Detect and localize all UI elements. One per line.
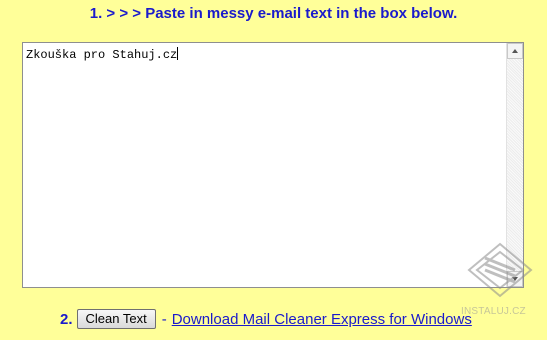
download-link[interactable]: Download Mail Cleaner Express for Window… xyxy=(172,311,472,328)
separator-dash: - xyxy=(161,310,167,328)
step2-number: 2. xyxy=(60,310,73,328)
watermark: INSTALUJ.CZ xyxy=(455,240,545,335)
instaluj-logo-icon xyxy=(467,242,533,298)
email-textbox[interactable]: Zkouška pro Stahuj.cz xyxy=(22,42,524,288)
scroll-up-button[interactable] xyxy=(507,43,523,59)
watermark-text: INSTALUJ.CZ xyxy=(461,306,526,317)
step1-heading: 1. > > > Paste in messy e-mail text in t… xyxy=(89,5,458,22)
email-text-area[interactable]: Zkouška pro Stahuj.cz xyxy=(23,43,506,287)
chevron-up-icon xyxy=(512,49,518,53)
page: 1. > > > Paste in messy e-mail text in t… xyxy=(0,0,547,340)
text-caret xyxy=(177,47,179,60)
clean-text-button[interactable]: Clean Text xyxy=(76,309,156,329)
email-text-value: Zkouška pro Stahuj.cz xyxy=(26,48,178,62)
step2-row: 2. Clean Text - Download Mail Cleaner Ex… xyxy=(60,308,472,330)
